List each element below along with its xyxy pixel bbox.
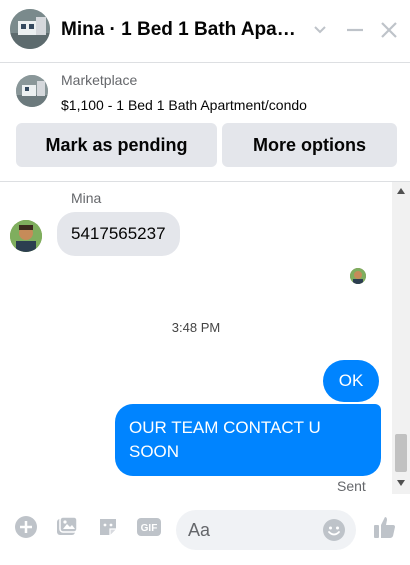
listing-avatar[interactable]: [10, 9, 50, 49]
svg-text:GIF: GIF: [141, 523, 158, 534]
chat-header: Mina · 1 Bed 1 Bath Apart···: [0, 0, 410, 63]
chat-title[interactable]: Mina · 1 Bed 1 Bath Apart···: [61, 19, 301, 41]
message-composer: GIF: [0, 494, 410, 565]
message-input[interactable]: [188, 510, 318, 550]
close-icon[interactable]: [377, 18, 401, 42]
scroll-up-icon[interactable]: [396, 187, 406, 195]
photo-icon[interactable]: [55, 515, 79, 539]
mark-as-pending-button[interactable]: Mark as pending: [16, 123, 217, 167]
message-status: Sent: [337, 478, 366, 494]
marketplace-label: Marketplace: [61, 72, 138, 88]
outgoing-message-bubble[interactable]: OK: [323, 360, 379, 402]
message-timestamp: 3:48 PM: [171, 320, 221, 335]
scrollbar-thumb[interactable]: [395, 434, 407, 472]
scroll-down-icon[interactable]: [396, 479, 406, 487]
marketplace-listing: Marketplace $1,100 - 1 Bed 1 Bath Apartm…: [0, 63, 410, 182]
listing-title[interactable]: $1,100 - 1 Bed 1 Bath Apartment/condo: [61, 97, 307, 113]
sender-name: Mina: [71, 190, 102, 206]
outgoing-message-bubble[interactable]: OUR TEAM CONTACT U SOON: [115, 404, 381, 476]
emoji-icon[interactable]: [322, 518, 346, 542]
read-receipt-avatar: [350, 268, 366, 284]
thumbs-up-icon[interactable]: [372, 514, 398, 540]
gif-icon[interactable]: GIF: [136, 515, 162, 539]
chevron-down-icon[interactable]: [308, 18, 332, 42]
sender-avatar[interactable]: [10, 220, 42, 252]
message-thread[interactable]: Mina 5417565237 3:48 PM OK OUR TEAM CONT…: [0, 182, 392, 494]
listing-thumbnail[interactable]: [16, 75, 48, 107]
more-options-button[interactable]: More options: [222, 123, 397, 167]
incoming-message-bubble[interactable]: 5417565237: [57, 212, 180, 256]
message-input-box[interactable]: [176, 510, 356, 550]
minimize-icon[interactable]: [343, 18, 367, 42]
add-icon[interactable]: [14, 515, 38, 539]
scrollbar[interactable]: [392, 182, 410, 494]
sticker-icon[interactable]: [96, 515, 120, 539]
